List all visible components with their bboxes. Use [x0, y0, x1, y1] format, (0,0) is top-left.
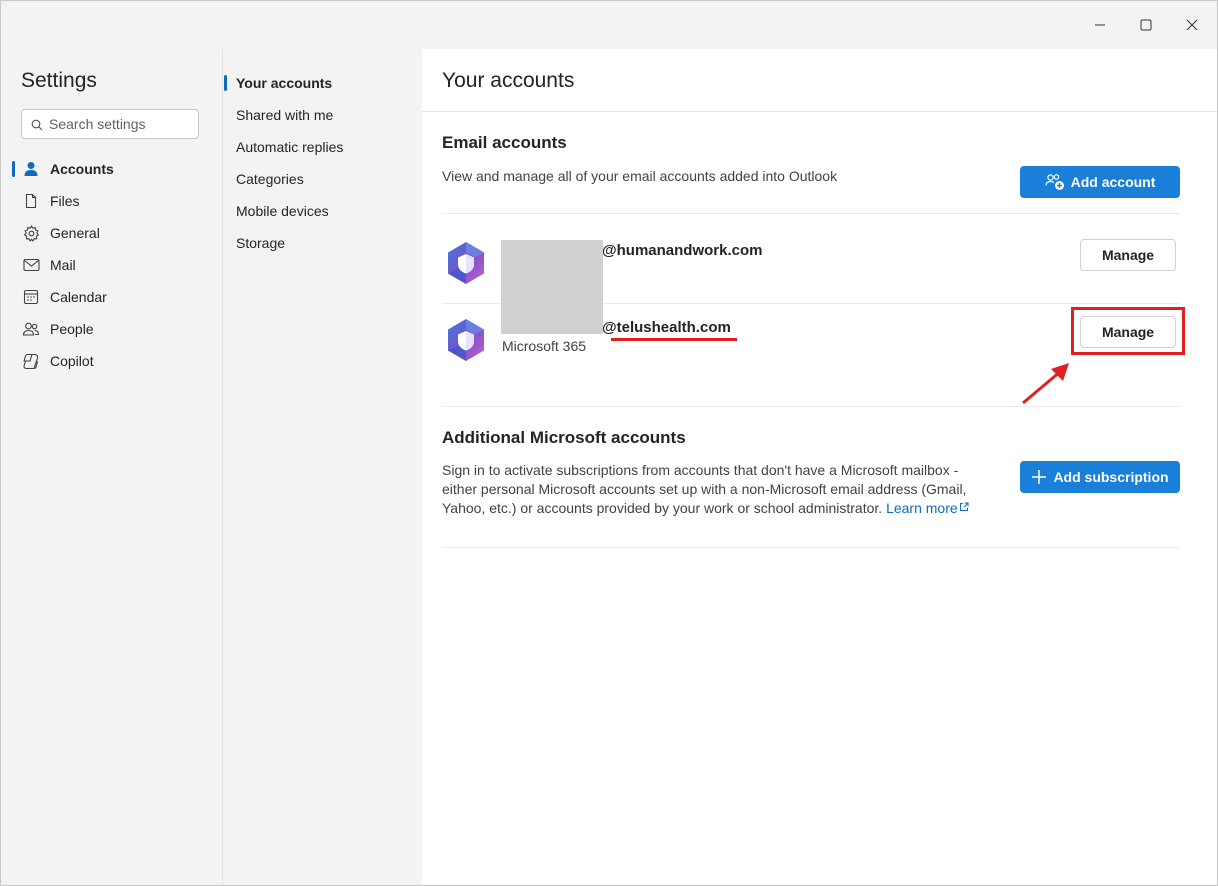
- subnav-item-mobile-devices[interactable]: Mobile devices: [223, 195, 422, 227]
- nav-item-calendar[interactable]: Calendar: [1, 281, 222, 313]
- redacted-name: [501, 240, 603, 334]
- nav-item-label: Files: [50, 193, 80, 209]
- nav-item-accounts[interactable]: Accounts: [1, 153, 222, 185]
- add-account-button[interactable]: Add account: [1020, 166, 1180, 198]
- page-title: Your accounts: [442, 69, 575, 92]
- plus-icon: [1031, 469, 1047, 485]
- search-box[interactable]: [21, 109, 199, 139]
- minimize-button[interactable]: [1077, 1, 1123, 49]
- gear-icon: [22, 224, 40, 242]
- annotation-highlight-box: [1071, 307, 1185, 355]
- manage-button[interactable]: Manage: [1080, 239, 1176, 271]
- add-subscription-label: Add subscription: [1053, 469, 1169, 485]
- close-icon: [1186, 19, 1198, 31]
- learn-more-link[interactable]: Learn more: [886, 500, 969, 516]
- subnav-item-categories[interactable]: Categories: [223, 163, 422, 195]
- email-section-divider: [442, 213, 1180, 214]
- subnav-item-storage[interactable]: Storage: [223, 227, 422, 259]
- annotation-underline: [611, 338, 737, 341]
- nav-list: Accounts Files General Mail Calendar Peo…: [1, 153, 222, 377]
- search-input[interactable]: [49, 110, 194, 138]
- nav-item-label: Copilot: [50, 353, 94, 369]
- nav-item-label: People: [50, 321, 94, 337]
- nav-item-copilot[interactable]: Copilot: [1, 345, 222, 377]
- subnav-item-automatic-replies[interactable]: Automatic replies: [223, 131, 422, 163]
- add-account-label: Add account: [1070, 174, 1156, 190]
- additional-accounts-description: Sign in to activate subscriptions from a…: [442, 461, 982, 518]
- add-person-icon: [1045, 173, 1065, 191]
- nav-item-general[interactable]: General: [1, 217, 222, 249]
- header-divider: [422, 111, 1217, 112]
- nav-item-label: Mail: [50, 257, 76, 273]
- mail-icon: [22, 256, 40, 274]
- nav-item-files[interactable]: Files: [1, 185, 222, 217]
- calendar-icon: [22, 288, 40, 306]
- minimize-icon: [1095, 24, 1105, 26]
- account-type-label: Microsoft 365: [502, 338, 587, 354]
- maximize-button[interactable]: [1123, 1, 1169, 49]
- settings-title: Settings: [21, 69, 97, 92]
- accounts-subnav: Your accounts Shared with me Automatic r…: [223, 49, 422, 885]
- email-accounts-description: View and manage all of your email accoun…: [442, 168, 838, 184]
- subnav-item-shared-with-me[interactable]: Shared with me: [223, 99, 422, 131]
- document-icon: [22, 192, 40, 210]
- nav-item-mail[interactable]: Mail: [1, 249, 222, 281]
- learn-more-label: Learn more: [886, 500, 958, 516]
- subnav-item-your-accounts[interactable]: Your accounts: [223, 67, 422, 99]
- subnav-list: Your accounts Shared with me Automatic r…: [223, 67, 422, 259]
- title-bar: [1, 1, 1217, 49]
- additional-accounts-heading: Additional Microsoft accounts: [442, 428, 686, 447]
- external-link-icon: [959, 502, 969, 511]
- copilot-icon: [22, 352, 40, 370]
- people-icon: [22, 320, 40, 338]
- settings-window: Settings Accounts Files: [0, 0, 1218, 886]
- add-subscription-button[interactable]: Add subscription: [1020, 461, 1180, 493]
- email-accounts-heading: Email accounts: [442, 133, 567, 152]
- search-icon: [31, 118, 43, 136]
- nav-item-people[interactable]: People: [1, 313, 222, 345]
- nav-item-label: General: [50, 225, 100, 241]
- close-button[interactable]: [1169, 1, 1215, 49]
- person-icon: [22, 160, 40, 178]
- account-email: @telushealth.com: [602, 319, 731, 336]
- settings-nav: Settings Accounts Files: [1, 49, 223, 885]
- nav-item-label: Accounts: [50, 161, 114, 177]
- microsoft365-logo-icon: [444, 317, 488, 363]
- accounts-content: Your accounts Email accounts View and ma…: [422, 49, 1217, 885]
- account-email: @humanandwork.com: [602, 242, 763, 259]
- additional-section-divider: [442, 547, 1180, 548]
- maximize-icon: [1140, 19, 1152, 31]
- annotation-arrow-icon: [1022, 363, 1069, 405]
- nav-item-label: Calendar: [50, 289, 107, 305]
- microsoft365-logo-icon: [444, 240, 488, 286]
